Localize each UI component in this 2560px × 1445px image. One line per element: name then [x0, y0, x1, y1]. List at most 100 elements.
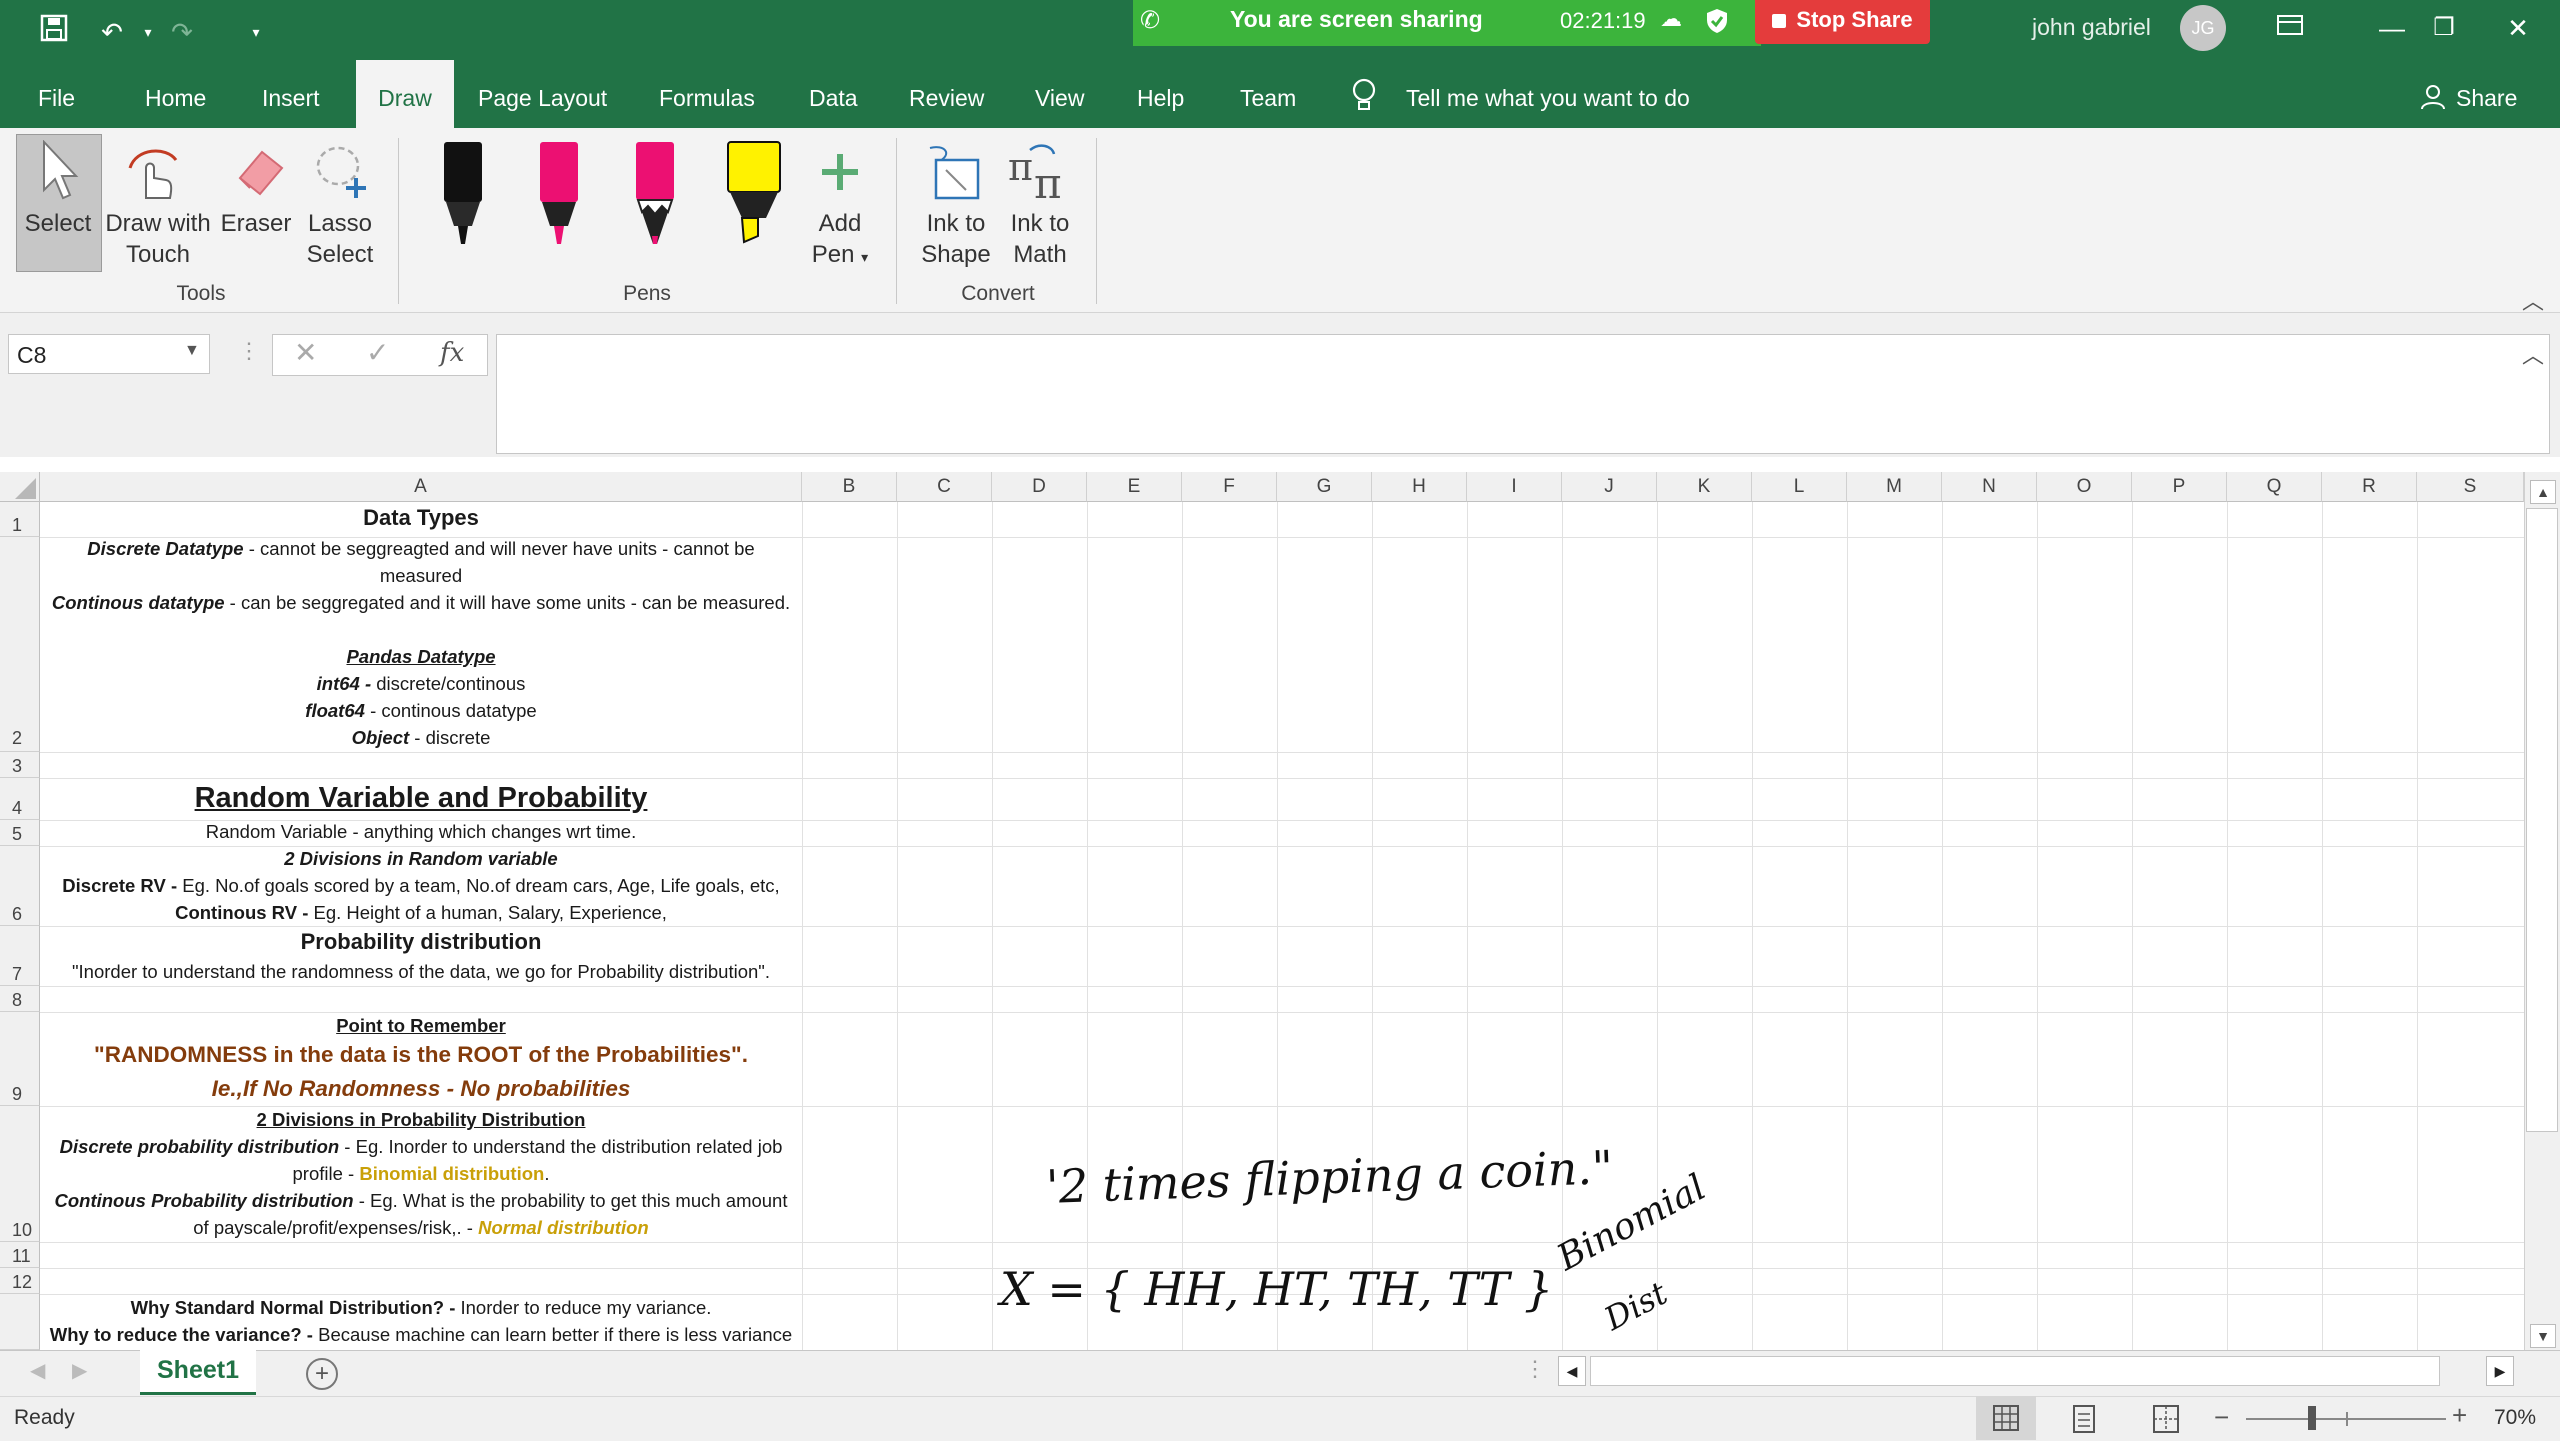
tab-view[interactable]: View: [1027, 60, 1092, 128]
avatar[interactable]: JG: [2180, 5, 2226, 51]
tell-me-search[interactable]: Tell me what you want to do: [1398, 60, 1698, 128]
zoom-out-icon[interactable]: −: [2214, 1402, 2229, 1433]
cell-a2-line2: measured: [379, 565, 463, 586]
row-header-12[interactable]: 12: [0, 1268, 40, 1294]
tab-team[interactable]: Team: [1232, 60, 1304, 128]
column-header-q[interactable]: Q: [2227, 472, 2322, 502]
tab-split-grip-icon[interactable]: ⋮: [1524, 1356, 1546, 1382]
row-header-2[interactable]: 2: [0, 537, 40, 752]
column-header-a[interactable]: A: [40, 472, 802, 502]
formula-input[interactable]: [496, 334, 2550, 454]
row-header-7[interactable]: 7: [0, 926, 40, 986]
page-break-preview-icon[interactable]: [2146, 1404, 2186, 1439]
stop-share-button[interactable]: Stop Share: [1755, 0, 1930, 44]
gridline: [40, 986, 2524, 987]
collapse-formula-bar-icon[interactable]: ︿: [2522, 338, 2544, 370]
scroll-down-icon[interactable]: ▼: [2530, 1324, 2556, 1348]
restore-icon[interactable]: ❐: [2416, 8, 2472, 48]
close-icon[interactable]: ✕: [2490, 8, 2546, 48]
row-header-4[interactable]: 4: [0, 778, 40, 820]
name-box[interactable]: C8: [8, 334, 210, 374]
column-header-s[interactable]: S: [2417, 472, 2524, 502]
row-header-5[interactable]: 5: [0, 820, 40, 846]
column-header-d[interactable]: D: [992, 472, 1087, 502]
column-header-r[interactable]: R: [2322, 472, 2417, 502]
group-divider: [398, 138, 399, 304]
vertical-scroll-thumb[interactable]: [2526, 508, 2558, 1132]
column-header-o[interactable]: O: [2037, 472, 2132, 502]
row-header-1[interactable]: 1: [0, 502, 40, 537]
scroll-left-icon[interactable]: ◀: [1558, 1356, 1586, 1386]
zoom-slider-thumb[interactable]: [2308, 1406, 2316, 1430]
row-header-8[interactable]: 8: [0, 986, 40, 1012]
cancel-icon[interactable]: ✕: [294, 336, 317, 369]
tab-draw[interactable]: Draw: [356, 60, 454, 128]
scroll-up-icon[interactable]: ▲: [2530, 480, 2556, 504]
tab-help[interactable]: Help: [1129, 60, 1192, 128]
enter-check-icon[interactable]: ✓: [366, 336, 389, 369]
tab-data[interactable]: Data: [801, 60, 866, 128]
sheet-tab-sheet1[interactable]: Sheet1: [140, 1350, 256, 1395]
zoom-in-icon[interactable]: +: [2452, 1400, 2467, 1431]
customize-qat-icon[interactable]: ▾: [236, 14, 276, 50]
name-box-dropdown-icon[interactable]: ▼: [184, 342, 200, 360]
row-header-6[interactable]: 6: [0, 846, 40, 926]
column-header-g[interactable]: G: [1277, 472, 1372, 502]
insert-function-icon[interactable]: fx: [440, 338, 464, 368]
tab-review[interactable]: Review: [901, 60, 992, 128]
undo-icon[interactable]: ↶: [92, 14, 132, 50]
lasso-select-button[interactable]: Lasso Select: [296, 208, 384, 270]
ink-annotation-2[interactable]: X = { HH, HT, TH, TT }: [1000, 1262, 1553, 1316]
row-header-10[interactable]: 10: [0, 1106, 40, 1242]
user-name[interactable]: john gabriel: [2032, 14, 2151, 41]
tab-page-layout[interactable]: Page Layout: [470, 60, 615, 128]
next-sheet-icon[interactable]: ▶: [72, 1358, 87, 1383]
column-header-j[interactable]: J: [1562, 472, 1657, 502]
black-pen-icon[interactable]: [440, 140, 486, 255]
pink-pencil-icon[interactable]: [632, 140, 678, 255]
column-header-i[interactable]: I: [1467, 472, 1562, 502]
select-all-corner[interactable]: [0, 472, 40, 502]
collapse-ribbon-icon[interactable]: ︿: [2522, 284, 2544, 316]
column-header-b[interactable]: B: [802, 472, 897, 502]
column-header-f[interactable]: F: [1182, 472, 1277, 502]
redo-icon[interactable]: ↷: [162, 14, 202, 50]
column-header-m[interactable]: M: [1847, 472, 1942, 502]
row-header-9[interactable]: 9: [0, 1012, 40, 1106]
row-header-13[interactable]: [0, 1294, 40, 1350]
ink-to-math-button[interactable]: Ink to Math: [998, 208, 1082, 270]
page-layout-view-icon[interactable]: [2064, 1404, 2104, 1439]
draw-with-touch-label-2: Touch: [125, 241, 191, 268]
draw-with-touch-button[interactable]: Draw with Touch: [100, 208, 216, 270]
row-header-3[interactable]: 3: [0, 752, 40, 778]
yellow-highlighter-icon[interactable]: [726, 140, 782, 255]
column-header-k[interactable]: K: [1657, 472, 1752, 502]
eraser-button[interactable]: Eraser: [220, 208, 292, 239]
prev-sheet-icon[interactable]: ◀: [30, 1358, 45, 1383]
share-person-icon[interactable]: [2420, 84, 2446, 115]
tab-insert[interactable]: Insert: [254, 60, 328, 128]
column-header-n[interactable]: N: [1942, 472, 2037, 502]
column-header-l[interactable]: L: [1752, 472, 1847, 502]
column-header-c[interactable]: C: [897, 472, 992, 502]
minimize-icon[interactable]: —: [2364, 8, 2420, 48]
save-icon[interactable]: [34, 14, 74, 50]
row-header-11[interactable]: 11: [0, 1242, 40, 1268]
tab-formulas[interactable]: Formulas: [651, 60, 763, 128]
column-header-e[interactable]: E: [1087, 472, 1182, 502]
zoom-level[interactable]: 70%: [2494, 1406, 2536, 1430]
column-header-p[interactable]: P: [2132, 472, 2227, 502]
add-pen-button[interactable]: Add Pen ▾: [800, 208, 880, 273]
add-sheet-icon[interactable]: +: [306, 1358, 338, 1390]
tab-home[interactable]: Home: [137, 60, 214, 128]
ink-to-shape-button[interactable]: Ink to Shape: [910, 208, 1002, 270]
draw-with-touch-label-1: Draw with: [105, 210, 211, 237]
share-button[interactable]: Share: [2448, 60, 2525, 128]
normal-view-button[interactable]: [1976, 1396, 2036, 1440]
column-header-h[interactable]: H: [1372, 472, 1467, 502]
tab-file[interactable]: File: [30, 60, 83, 128]
pink-pen-icon[interactable]: [536, 140, 582, 255]
horizontal-scroll-thumb[interactable]: [1590, 1356, 2440, 1386]
ribbon-display-options-icon[interactable]: [2262, 8, 2318, 48]
scroll-right-icon[interactable]: ▶: [2486, 1356, 2514, 1386]
